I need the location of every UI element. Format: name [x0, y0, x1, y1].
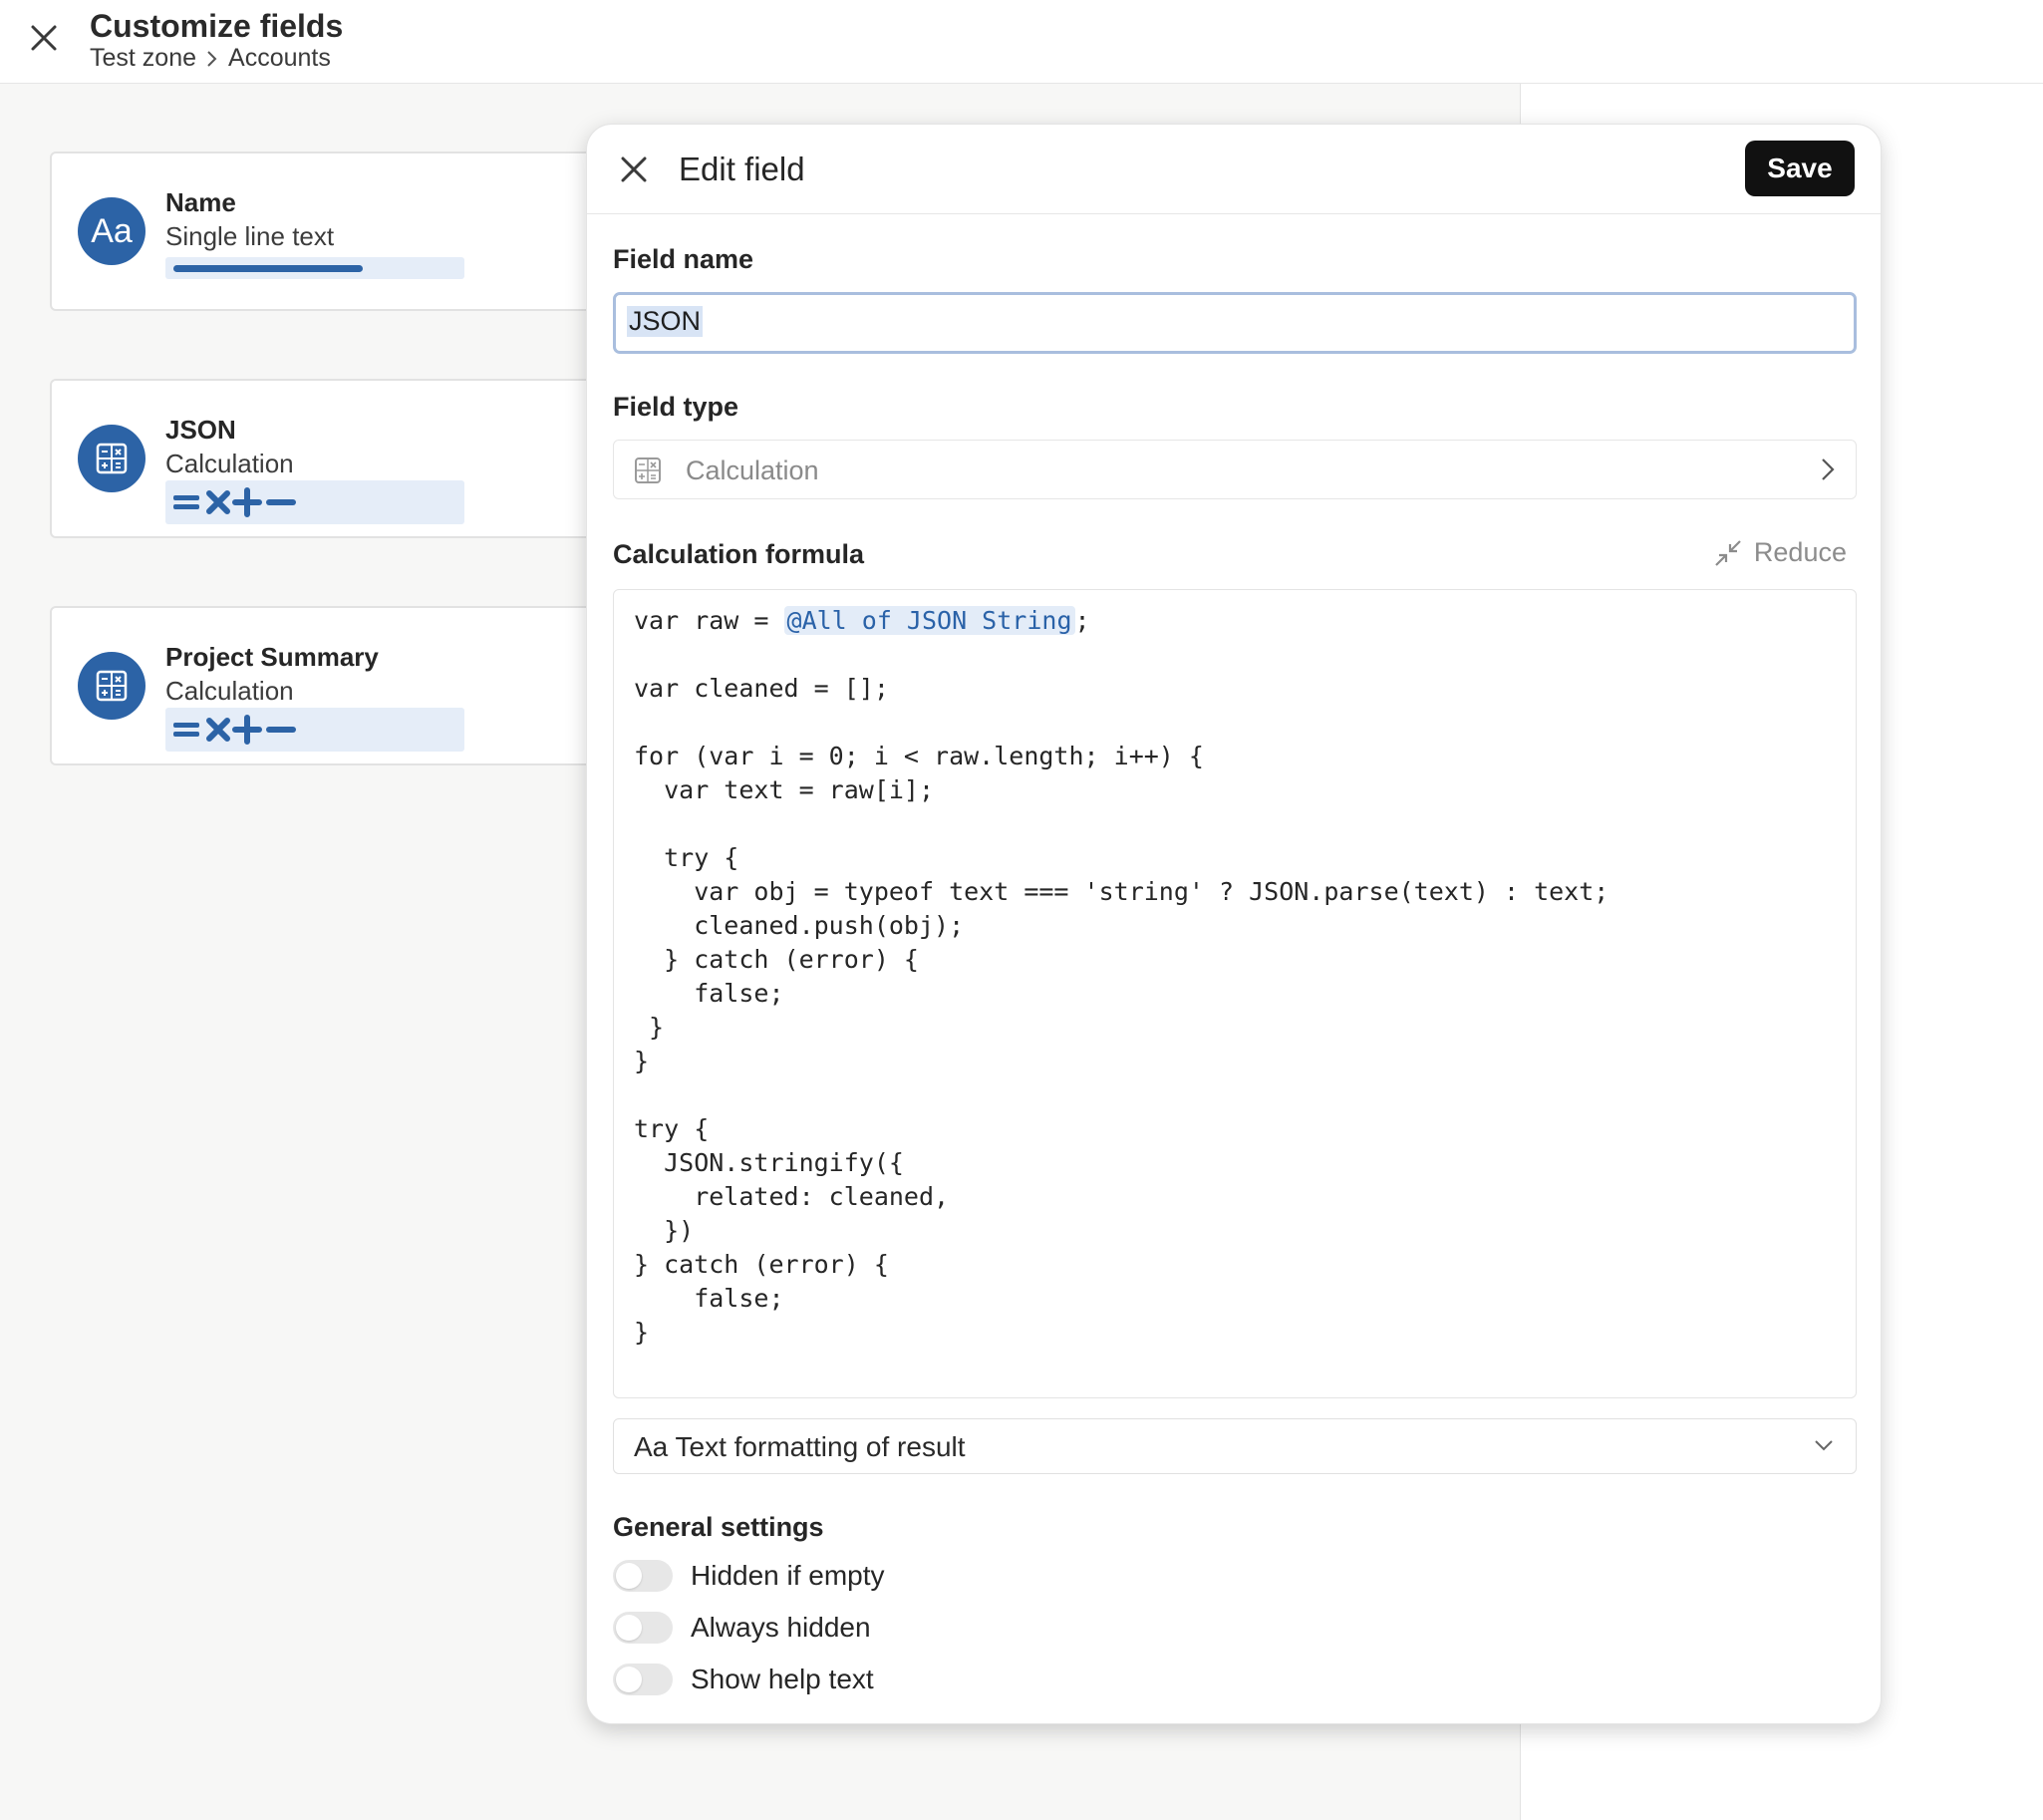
code-line: var obj = typeof text === 'string' ? JSO…	[634, 877, 1609, 906]
code-line: for (var i = 0; i < raw.length; i++) {	[634, 742, 1204, 770]
field-card-type: Calculation	[165, 676, 294, 706]
chevron-down-icon	[1812, 1433, 1836, 1462]
code-line: JSON.stringify({	[634, 1148, 904, 1177]
field-type-select[interactable]: Calculation	[613, 440, 1857, 499]
field-name-input[interactable]: JSON	[613, 292, 1857, 354]
toggle-switch[interactable]	[613, 1612, 673, 1644]
field-card-type: Calculation	[165, 449, 294, 478]
field-card-json[interactable]: JSON Calculation	[50, 379, 608, 538]
code-line: }	[634, 1013, 665, 1042]
result-format-label: Aa Text formatting of result	[634, 1431, 966, 1462]
breadcrumb-item-zone[interactable]: Test zone	[90, 44, 196, 73]
code-line: try {	[634, 1114, 710, 1143]
code-line: var text = raw[i];	[634, 775, 935, 804]
toggle-label: Hidden if empty	[691, 1560, 885, 1591]
code-line: })	[634, 1216, 695, 1245]
field-card-project-summary[interactable]: Project Summary Calculation	[50, 606, 608, 765]
code-line: false;	[634, 1284, 784, 1313]
collapse-arrows-icon	[1715, 539, 1741, 566]
field-card-name[interactable]: Aa Name Single line text	[50, 152, 608, 311]
code-line: related: cleaned,	[634, 1182, 950, 1211]
reduce-button[interactable]: Reduce	[1714, 537, 1847, 568]
dialog-title: Edit field	[679, 151, 805, 187]
toggle-switch[interactable]	[613, 1560, 673, 1592]
general-settings-label: General settings	[613, 1512, 824, 1542]
breadcrumb-item-accounts[interactable]: Accounts	[228, 44, 331, 73]
field-type-value: Calculation	[686, 455, 819, 485]
code-line: } catch (error) {	[634, 1250, 889, 1279]
field-name-label: Field name	[613, 244, 754, 274]
code-line: var cleaned = [];	[634, 674, 889, 703]
field-card-title: Project Summary	[165, 642, 379, 672]
calculation-preview	[165, 708, 464, 752]
field-card-title: JSON	[165, 415, 236, 445]
breadcrumb: Test zone Accounts	[90, 44, 331, 73]
formula-editor[interactable]: var raw = @All of JSON String; var clean…	[613, 589, 1857, 1398]
code-line: }	[634, 1318, 650, 1347]
result-format-select[interactable]: Aa Text formatting of result	[613, 1418, 1857, 1474]
page-title: Customize fields	[90, 8, 344, 44]
text-line-preview	[165, 257, 464, 279]
text-aa-icon: Aa	[78, 197, 146, 265]
calculation-preview	[165, 480, 464, 524]
calculator-icon	[634, 456, 662, 489]
field-card-type: Single line text	[165, 221, 335, 251]
dialog-header: Edit field Save	[587, 125, 1881, 214]
toggle-label: Show help text	[691, 1664, 874, 1694]
toggle-always-hidden[interactable]: Always hidden	[613, 1612, 871, 1644]
chevron-right-icon	[207, 50, 217, 67]
toggle-label: Always hidden	[691, 1612, 871, 1643]
toggle-show-help-text[interactable]: Show help text	[613, 1664, 874, 1695]
math-operators-icon	[173, 715, 296, 745]
edit-field-dialog: Edit field Save Field name JSON Field ty…	[586, 124, 1882, 1724]
calculator-icon	[78, 652, 146, 720]
toggle-switch[interactable]	[613, 1664, 673, 1695]
field-reference-token[interactable]: @All of JSON String	[783, 606, 1075, 635]
reduce-label: Reduce	[1753, 537, 1847, 567]
code-line: cleaned.push(obj);	[634, 911, 965, 940]
close-icon[interactable]	[613, 149, 655, 190]
field-card-title: Name	[165, 187, 236, 217]
formula-label: Calculation formula	[613, 539, 865, 569]
chevron-right-icon	[1820, 456, 1836, 487]
code-line: var raw = @All of JSON String;	[634, 606, 1090, 635]
toggle-hidden-if-empty[interactable]: Hidden if empty	[613, 1560, 885, 1592]
field-type-label: Field type	[613, 392, 739, 422]
field-name-value: JSON	[627, 306, 704, 337]
code-line: }	[634, 1047, 650, 1075]
save-button[interactable]: Save	[1745, 141, 1855, 196]
calculator-icon	[78, 425, 146, 492]
close-icon[interactable]	[24, 18, 64, 58]
code-line: false;	[634, 979, 784, 1008]
code-line: } catch (error) {	[634, 945, 919, 974]
app-header: Customize fields Test zone Accounts	[0, 0, 2043, 84]
math-operators-icon	[173, 487, 296, 517]
code-line: try {	[634, 843, 739, 872]
